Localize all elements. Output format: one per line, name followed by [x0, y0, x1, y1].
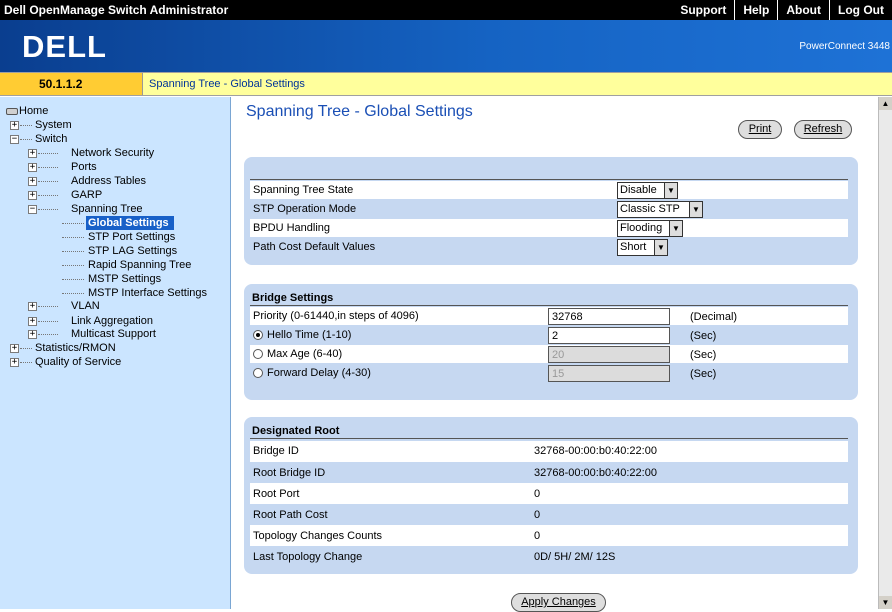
product-name: PowerConnect 3448 [799, 41, 890, 52]
apply-changes-button[interactable]: Apply Changes [511, 593, 606, 612]
top-bar: Dell OpenManage Switch Administrator Sup… [0, 0, 892, 20]
designated-root-table: Designated Root Bridge ID 32768-00:00:b0… [250, 425, 848, 571]
setting-row-stp-state: Spanning Tree State Disable ▼ [250, 181, 848, 199]
bpdu-handling-select[interactable]: Flooding ▼ [617, 220, 683, 237]
dropdown-arrow-icon: ▼ [654, 240, 667, 255]
dropdown-arrow-icon: ▼ [669, 221, 682, 236]
refresh-button[interactable]: Refresh [794, 120, 852, 139]
dropdown-arrow-icon: ▼ [664, 183, 677, 198]
expand-icon[interactable]: + [28, 163, 37, 172]
about-link[interactable]: About [777, 0, 829, 20]
path-cost-select[interactable]: Short ▼ [617, 239, 668, 256]
dell-logo: DELL [22, 29, 107, 64]
collapse-icon[interactable]: − [28, 205, 37, 214]
designated-root-panel: Designated Root Bridge ID 32768-00:00:b0… [244, 417, 858, 574]
global-settings-panel: Spanning Tree State Disable ▼ STP Operati… [244, 157, 858, 265]
expand-icon[interactable]: + [28, 302, 37, 311]
page-title: Spanning Tree - Global Settings [246, 103, 473, 120]
setting-row-path-cost: Path Cost Default Values Short ▼ [250, 238, 848, 256]
info-row-bridge-id: Bridge ID 32768-00:00:b0:40:22:00 [250, 441, 848, 462]
bridge-settings-heading: Bridge Settings [250, 292, 848, 306]
stp-state-select[interactable]: Disable ▼ [617, 182, 678, 199]
bridge-settings-panel: Bridge Settings Priority (0-61440,in ste… [244, 284, 858, 400]
expand-icon[interactable]: + [28, 177, 37, 186]
max-age-input [548, 346, 670, 363]
hello-time-row: Hello Time (1-10) (Sec) [250, 326, 848, 344]
logout-link[interactable]: Log Out [829, 0, 892, 20]
expand-icon[interactable]: + [28, 330, 37, 339]
info-row-topology-changes: Topology Changes Counts 0 [250, 525, 848, 546]
expand-icon[interactable]: + [10, 358, 19, 367]
print-button[interactable]: Print [738, 120, 782, 139]
designated-root-heading: Designated Root [250, 425, 848, 439]
global-settings-table: Spanning Tree State Disable ▼ STP Operati… [250, 179, 848, 259]
expand-icon[interactable]: + [10, 344, 19, 353]
dropdown-arrow-icon: ▼ [689, 202, 702, 217]
support-link[interactable]: Support [672, 0, 734, 20]
app-title: Dell OpenManage Switch Administrator [4, 3, 229, 17]
home-icon [6, 108, 18, 115]
info-row-root-bridge-id: Root Bridge ID 32768-00:00:b0:40:22:00 [253, 467, 657, 479]
forward-delay-row: Forward Delay (4-30) (Sec) [250, 364, 848, 382]
forward-delay-radio[interactable] [253, 368, 263, 378]
help-link[interactable]: Help [734, 0, 777, 20]
expand-icon[interactable]: + [28, 191, 37, 200]
hello-time-radio[interactable] [253, 330, 263, 340]
stp-mode-select[interactable]: Classic STP ▼ [617, 201, 703, 218]
setting-row-bpdu: BPDU Handling Flooding ▼ [250, 219, 848, 237]
breadcrumb: Spanning Tree - Global Settings [149, 78, 305, 90]
collapse-icon[interactable]: − [10, 135, 19, 144]
hello-time-input[interactable] [548, 327, 670, 344]
bridge-settings-table: Bridge Settings Priority (0-61440,in ste… [250, 292, 848, 394]
info-row-last-topology-change: Last Topology Change 0D/ 5H/ 2M/ 12S [253, 551, 616, 563]
max-age-row: Max Age (6-40) (Sec) [250, 345, 848, 363]
top-nav: Support Help About Log Out [672, 0, 892, 20]
priority-row: Priority (0-61440,in steps of 4096) (Dec… [250, 307, 848, 325]
info-row-root-port: Root Port 0 [250, 483, 848, 504]
priority-input[interactable] [548, 308, 670, 325]
forward-delay-input [548, 365, 670, 382]
scroll-down-icon[interactable]: ▼ [879, 596, 892, 609]
main-content: Spanning Tree - Global Settings Print Re… [232, 97, 878, 612]
setting-row-stp-mode: STP Operation Mode Classic STP ▼ [250, 200, 848, 218]
scroll-up-icon[interactable]: ▲ [879, 97, 892, 110]
brand-banner: DELL PowerConnect 3448 [0, 20, 892, 72]
vertical-scrollbar[interactable]: ▲ ▼ [878, 97, 892, 609]
expand-icon[interactable]: + [28, 317, 37, 326]
address-bar: 50.1.1.2 Spanning Tree - Global Settings [0, 72, 892, 96]
expand-icon[interactable]: + [28, 149, 37, 158]
ip-box: 50.1.1.2 [0, 73, 143, 95]
navigation-tree: Home + System − Switch + Network Securit… [0, 97, 231, 609]
max-age-radio[interactable] [253, 349, 263, 359]
device-ip: 50.1.1.2 [39, 77, 83, 91]
expand-icon[interactable]: + [10, 121, 19, 130]
info-row-root-path-cost: Root Path Cost 0 [253, 509, 541, 521]
